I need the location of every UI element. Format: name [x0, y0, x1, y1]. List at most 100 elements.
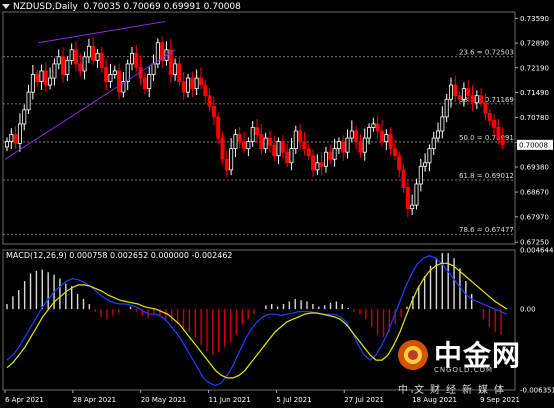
candle-body	[466, 88, 471, 97]
candle-body	[379, 130, 384, 142]
candle-body	[13, 134, 18, 144]
macd-tick-label: 0.00	[520, 306, 536, 314]
candle-body	[470, 95, 475, 104]
candle-body	[306, 148, 311, 157]
watermark-domain: CNGOLD.COM	[434, 366, 494, 374]
candle-body	[203, 84, 208, 97]
time-tick-label: 20 May 2021	[141, 396, 187, 404]
candle-body	[410, 204, 415, 210]
candle-body	[242, 141, 247, 150]
candle-body	[311, 155, 316, 171]
price-tick-label: 0.67970	[520, 213, 549, 221]
candle-body	[436, 130, 441, 139]
candle-body	[341, 141, 346, 153]
macd-tick-label: 0.004644	[520, 247, 554, 255]
price-tick-label: 0.72890	[520, 40, 549, 48]
dropdown-triangle-icon[interactable]	[2, 4, 10, 9]
candle-body	[194, 77, 199, 90]
candle-body	[302, 141, 307, 150]
candle-body	[453, 84, 458, 97]
candle-body	[91, 45, 96, 61]
candle-body	[73, 49, 78, 65]
candle-body	[362, 137, 367, 153]
fib-level-label: 50.0 = 0.70091	[459, 134, 514, 142]
time-tick-label: 28 Apr 2021	[73, 396, 116, 404]
candle-body	[220, 137, 225, 160]
candle-body	[267, 137, 272, 146]
candle-body	[444, 98, 449, 118]
candle-body	[78, 63, 83, 72]
candle-body	[198, 77, 203, 86]
candle-body	[319, 162, 324, 167]
candle-body	[440, 116, 445, 132]
candle-body	[5, 141, 10, 148]
candle-body	[487, 112, 492, 121]
time-tick-label: 11 Jun 2021	[209, 396, 251, 404]
candle-body	[431, 137, 436, 150]
candle-body	[474, 95, 479, 104]
candle-body	[367, 127, 372, 139]
candle-body	[358, 141, 363, 153]
cngold-watermark: 中金网 CNGOLD.COM 中文财经新媒体	[398, 336, 548, 398]
candle-body	[384, 134, 389, 142]
candle-body	[207, 95, 212, 107]
candle-body	[285, 151, 290, 164]
fib-level-label: 61.8 = 0.69012	[459, 172, 514, 180]
candle-body	[43, 70, 48, 86]
candle-body	[401, 169, 406, 188]
candle-body	[315, 162, 320, 171]
candle-body	[142, 77, 147, 90]
candle-body	[186, 77, 191, 93]
upper-trendline	[37, 21, 166, 44]
candle-body	[423, 162, 428, 167]
candle-body	[95, 52, 100, 61]
candle-body	[181, 81, 186, 93]
candle-body	[259, 134, 264, 150]
candle-body	[263, 137, 268, 150]
candle-body	[500, 137, 505, 146]
candle-body	[99, 52, 104, 68]
candle-body	[427, 148, 432, 164]
candle-body	[254, 127, 259, 135]
candle-body	[134, 52, 139, 68]
price-tick-label: 0.68670	[520, 189, 549, 197]
candle-body	[496, 127, 501, 139]
candle-body	[414, 183, 419, 206]
candle-body	[388, 134, 393, 150]
candle-body	[293, 130, 298, 150]
price-tick-label: 0.70780	[520, 114, 549, 122]
candle-body	[233, 134, 238, 150]
candle-body	[35, 74, 40, 82]
candle-body	[461, 88, 466, 100]
candle-body	[250, 127, 255, 142]
candle-body	[354, 130, 359, 142]
candle-body	[457, 95, 462, 100]
candle-body	[211, 105, 216, 118]
time-tick-label: 6 Apr 2021	[5, 396, 44, 404]
candle-body	[392, 148, 397, 157]
price-tick-label: 0.72190	[520, 64, 549, 72]
candle-body	[61, 56, 66, 75]
time-tick-label: 27 Jul 2021	[344, 396, 384, 404]
candle-body	[65, 59, 70, 75]
candle-body	[147, 74, 152, 90]
fib-level-label: 78.6 = 0.67477	[459, 226, 514, 234]
candle-body	[276, 141, 281, 157]
candle-body	[190, 77, 195, 90]
fib-level-label: 23.6 = 0.72503	[459, 49, 514, 57]
cngold-logo-icon	[398, 340, 428, 370]
candle-body	[328, 151, 333, 160]
candle-body	[82, 56, 87, 72]
candle-body	[69, 49, 74, 61]
candle-body	[56, 56, 61, 65]
candle-body	[272, 144, 277, 157]
candle-body	[26, 91, 31, 111]
candle-body	[104, 67, 109, 82]
candle-body	[375, 123, 380, 132]
candle-body	[173, 63, 178, 75]
price-tick-label: 0.69380	[520, 164, 549, 172]
candle-body	[9, 134, 14, 142]
candle-body	[125, 63, 130, 82]
watermark-subtitle: 中文财经新媒体	[398, 385, 510, 396]
candle-body	[371, 123, 376, 128]
